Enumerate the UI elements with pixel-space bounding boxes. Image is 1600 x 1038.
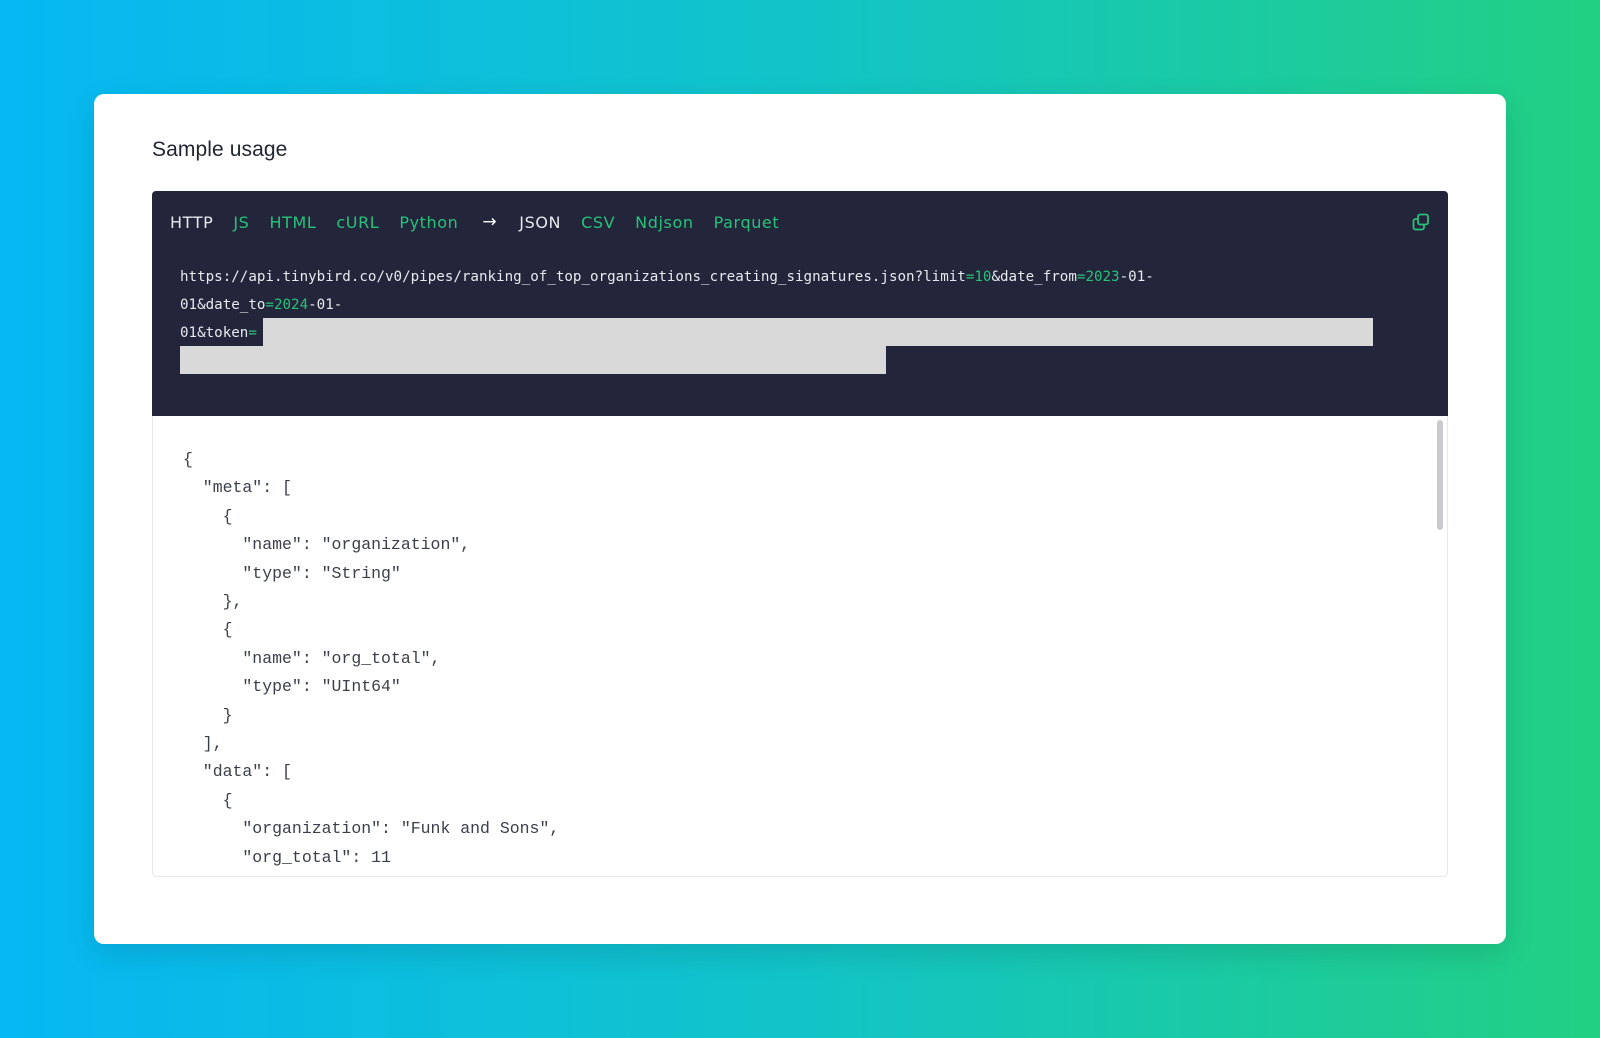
- json-line: "meta": [: [183, 478, 292, 498]
- request-url[interactable]: https://api.tinybird.co/v0/pipes/ranking…: [180, 263, 1420, 347]
- tab-parquet[interactable]: Parquet: [714, 213, 780, 232]
- vertical-scrollbar[interactable]: [1437, 420, 1443, 530]
- tab-bar: HTTP JS HTML cURL Python → JSON CSV Ndjs…: [170, 211, 799, 233]
- json-line: },: [183, 592, 243, 612]
- json-line: "type": "String": [183, 563, 401, 583]
- tab-curl[interactable]: cURL: [336, 213, 379, 232]
- response-preview: { "meta": [ { "name": "organization", "t…: [152, 416, 1448, 877]
- tab-python[interactable]: Python: [399, 213, 458, 232]
- sample-usage-card: Sample usage HTTP JS HTML cURL Python → …: [94, 94, 1506, 944]
- tab-html[interactable]: HTML: [269, 213, 316, 232]
- json-response: { "meta": [ { "name": "organization", "t…: [183, 446, 559, 872]
- json-line: "type": "UInt64": [183, 677, 401, 697]
- json-line: {: [183, 620, 233, 640]
- json-line: "name": "org_total",: [183, 648, 441, 668]
- json-line: "data": [: [183, 762, 292, 782]
- json-line: {: [183, 450, 193, 469]
- request-code-block: HTTP JS HTML cURL Python → JSON CSV Ndjs…: [152, 191, 1448, 416]
- json-line: }: [183, 705, 233, 725]
- json-line: "organization": "Funk and Sons",: [183, 819, 560, 839]
- arrow-right-icon: →: [482, 212, 498, 232]
- url-line: 01&date_to=2024-01-: [180, 297, 343, 313]
- copy-icon[interactable]: [1412, 213, 1430, 231]
- json-line: {: [183, 506, 233, 526]
- url-line: https://api.tinybird.co/v0/pipes/ranking…: [180, 269, 1154, 285]
- tab-http[interactable]: HTTP: [170, 213, 213, 232]
- json-line: {: [183, 790, 233, 810]
- json-line: ],: [183, 734, 223, 754]
- token-redaction: [180, 346, 886, 374]
- json-line: "name": "organization",: [183, 535, 471, 555]
- tab-ndjson[interactable]: Ndjson: [635, 213, 693, 232]
- json-line: "org_total": 11: [183, 847, 391, 867]
- url-line: 01&token=: [180, 325, 257, 341]
- tab-json[interactable]: JSON: [519, 213, 561, 232]
- tab-csv[interactable]: CSV: [581, 213, 615, 232]
- card-title: Sample usage: [152, 138, 288, 161]
- tab-js[interactable]: JS: [233, 213, 249, 232]
